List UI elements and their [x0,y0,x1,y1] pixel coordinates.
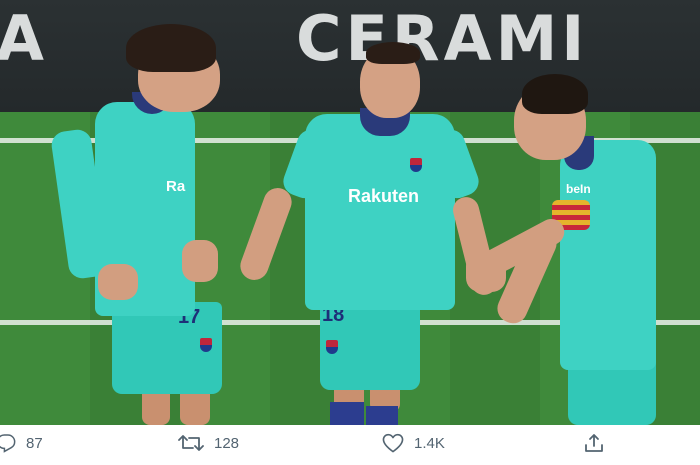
player-center-crest [410,158,422,172]
player-right-sleeve-sponsor: beIn [566,182,591,196]
player-right-hair [522,74,588,114]
player-left-hand [98,264,138,300]
reply-count: 87 [26,434,43,452]
player-left-shorts-crest [200,338,212,352]
player-center-hair [366,42,420,64]
share-button[interactable] [584,433,604,453]
player-left-hair [126,24,216,72]
like-count: 1.4K [414,434,445,452]
player-center-sock [330,402,364,425]
like-button[interactable]: 1.4K [382,433,445,453]
player-left-hand-2 [182,240,218,282]
tweet-action-bar: 87 128 1.4K [0,425,700,465]
ad-board-text-left: A [0,2,44,75]
ad-board-text: CERAMI [296,2,589,75]
advertising-board: A CERAMI [0,0,700,112]
player-center-sock-2 [366,406,398,425]
retweet-icon [178,433,204,453]
player-right-hand [466,252,506,292]
retweet-button[interactable]: 128 [178,433,239,453]
heart-icon [382,433,404,453]
player-center-sponsor: Rakuten [348,186,420,206]
player-right-shirt [560,140,656,370]
player-center-shorts-crest [326,340,338,354]
share-icon [584,433,604,453]
tweet-photo[interactable]: A CERAMI 17 Ra 18 Rakuten beIn [0,0,700,425]
reply-icon [0,433,16,453]
player-left-sponsor: Ra [166,178,186,195]
reply-button[interactable]: 87 [0,433,43,453]
retweet-count: 128 [214,434,240,452]
